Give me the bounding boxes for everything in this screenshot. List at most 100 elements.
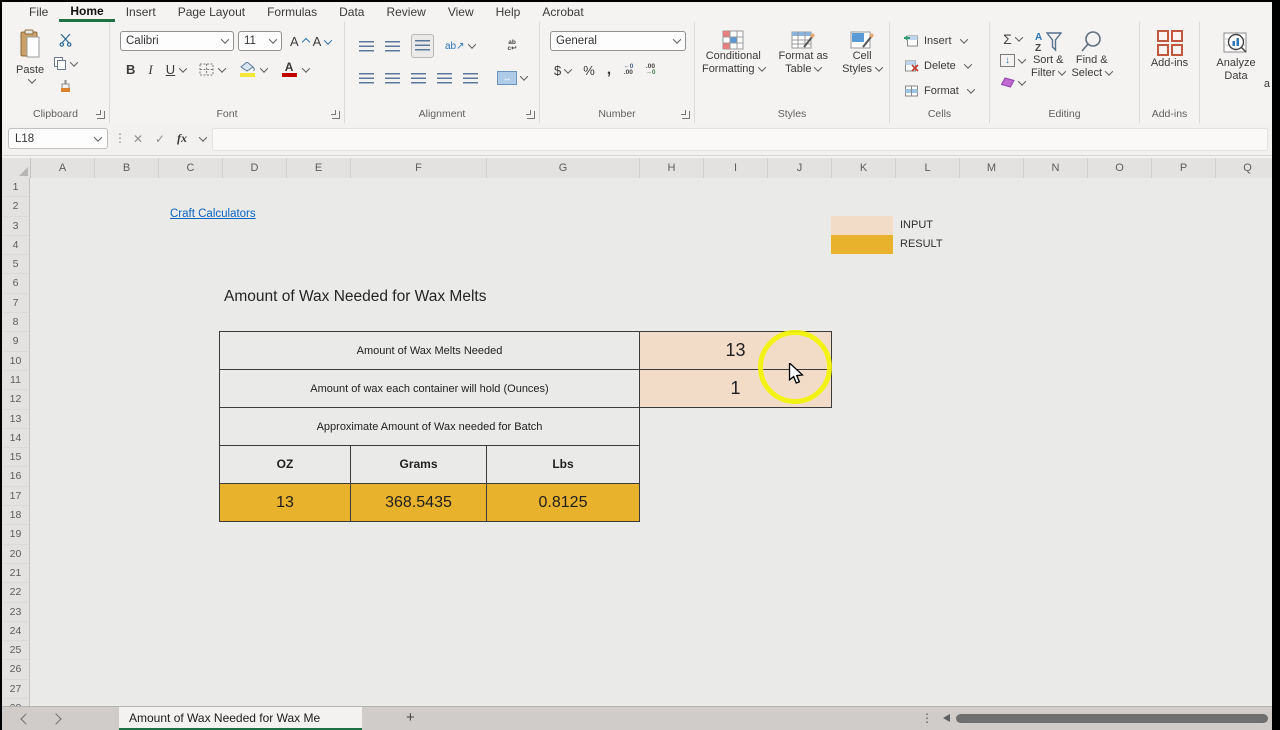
- currency-format-button[interactable]: $: [554, 63, 571, 78]
- ribbon-tab[interactable]: Page Layout: [167, 3, 256, 22]
- format-painter-button[interactable]: [54, 77, 77, 96]
- increase-decimal-button[interactable]: ←0.00: [623, 64, 633, 76]
- result-value-oz-cell[interactable]: 13: [219, 483, 351, 522]
- percent-format-button[interactable]: %: [583, 63, 595, 78]
- column-header[interactable]: Q: [1216, 158, 1272, 178]
- align-top-icon[interactable]: [359, 41, 374, 52]
- align-right-icon[interactable]: [411, 73, 426, 84]
- cancel-button[interactable]: ✕: [128, 128, 148, 149]
- select-all-corner[interactable]: [2, 158, 31, 178]
- input-row-2-label-cell[interactable]: Amount of wax each container will hold (…: [219, 369, 640, 408]
- row-header[interactable]: 12: [2, 390, 29, 409]
- row-header[interactable]: 28: [2, 699, 29, 706]
- column-header[interactable]: D: [223, 158, 287, 178]
- align-bottom-button[interactable]: [411, 34, 434, 58]
- formula-input[interactable]: [212, 128, 1268, 151]
- active-sheet-tab[interactable]: Amount of Wax Needed for Wax Me: [119, 707, 362, 730]
- row-header[interactable]: 14: [2, 429, 29, 448]
- row-header[interactable]: 15: [2, 448, 29, 467]
- next-sheet-button[interactable]: [50, 713, 61, 724]
- paste-button[interactable]: Paste: [16, 22, 44, 96]
- column-header[interactable]: P: [1152, 158, 1216, 178]
- analyze-data-button[interactable]: AnalyzeData: [1200, 22, 1272, 83]
- italic-button[interactable]: I: [148, 62, 152, 78]
- row-header[interactable]: 21: [2, 564, 29, 583]
- column-header[interactable]: N: [1024, 158, 1088, 178]
- input-row-1-label-cell[interactable]: Amount of Wax Melts Needed: [219, 331, 640, 370]
- bold-button[interactable]: B: [126, 62, 135, 77]
- sheet-options-icon[interactable]: ⋮: [921, 711, 933, 725]
- addins-button[interactable]: Add-ins: [1140, 22, 1199, 70]
- ribbon-tab[interactable]: Help: [485, 3, 532, 22]
- ribbon-tab[interactable]: Insert: [115, 3, 167, 22]
- horizontal-scrollbar-thumb[interactable]: [956, 714, 1268, 723]
- format-cells-button[interactable]: Format: [904, 78, 989, 103]
- ribbon-tab[interactable]: Data: [328, 3, 375, 22]
- merge-center-button[interactable]: ↔: [497, 71, 527, 85]
- column-header[interactable]: K: [832, 158, 896, 178]
- fill-color-button[interactable]: [238, 60, 256, 79]
- font-name-select[interactable]: Calibri: [120, 31, 234, 51]
- result-header-grams-cell[interactable]: Grams: [350, 445, 487, 484]
- row-header[interactable]: 25: [2, 641, 29, 660]
- new-sheet-button[interactable]: +: [406, 709, 415, 726]
- row-header[interactable]: 27: [2, 680, 29, 699]
- row-header[interactable]: 20: [2, 545, 29, 564]
- column-header[interactable]: G: [487, 158, 640, 178]
- result-value-grams-cell[interactable]: 368.5435: [350, 483, 487, 522]
- orientation-button[interactable]: ab↗: [445, 41, 475, 52]
- row-header[interactable]: 10: [2, 352, 29, 371]
- decrease-indent-icon[interactable]: [437, 73, 452, 84]
- column-header[interactable]: L: [896, 158, 960, 178]
- borders-button[interactable]: [199, 60, 225, 79]
- ribbon-tab[interactable]: Formulas: [256, 3, 328, 22]
- row-header[interactable]: 23: [2, 603, 29, 622]
- column-header[interactable]: M: [960, 158, 1024, 178]
- wrap-text-button[interactable]: abc↩: [508, 40, 517, 52]
- column-header[interactable]: F: [351, 158, 487, 178]
- column-header[interactable]: I: [704, 158, 768, 178]
- shrink-font-button[interactable]: A: [313, 34, 332, 49]
- ribbon-tab[interactable]: File: [18, 3, 59, 22]
- align-center-icon[interactable]: [385, 73, 400, 84]
- insert-cells-button[interactable]: Insert: [904, 28, 989, 53]
- row-header[interactable]: 26: [2, 660, 29, 679]
- scroll-left-arrow-icon[interactable]: [943, 714, 950, 722]
- row-header[interactable]: 1: [2, 178, 29, 197]
- align-middle-icon[interactable]: [385, 41, 400, 52]
- ribbon-tab[interactable]: Acrobat: [531, 3, 594, 22]
- row-header[interactable]: 24: [2, 622, 29, 641]
- chevron-down-icon[interactable]: [199, 133, 207, 141]
- align-left-icon[interactable]: [359, 73, 374, 84]
- row-header[interactable]: 22: [2, 583, 29, 602]
- row-header[interactable]: 6: [2, 274, 29, 293]
- comma-format-button[interactable]: ,: [607, 61, 611, 79]
- number-dialog-launcher-icon[interactable]: [682, 111, 690, 119]
- ribbon-tab[interactable]: Review: [375, 3, 436, 22]
- row-header[interactable]: 5: [2, 255, 29, 274]
- row-header[interactable]: 3: [2, 217, 29, 236]
- prev-sheet-button[interactable]: [20, 713, 31, 724]
- ribbon-tab[interactable]: Home: [59, 2, 114, 22]
- row-header[interactable]: 7: [2, 294, 29, 313]
- font-size-select[interactable]: 11: [238, 31, 282, 51]
- cut-button[interactable]: [54, 31, 77, 50]
- column-header[interactable]: O: [1088, 158, 1152, 178]
- result-header-lbs-cell[interactable]: Lbs: [486, 445, 640, 484]
- insert-function-button[interactable]: fx: [172, 128, 192, 149]
- underline-button[interactable]: U: [166, 62, 175, 77]
- row-header[interactable]: 8: [2, 313, 29, 332]
- row-header[interactable]: 16: [2, 467, 29, 486]
- clear-button[interactable]: [1000, 73, 1025, 92]
- font-color-button[interactable]: A: [280, 60, 298, 79]
- column-header[interactable]: B: [95, 158, 159, 178]
- number-format-select[interactable]: General: [550, 31, 686, 51]
- row-header[interactable]: 13: [2, 410, 29, 429]
- column-header[interactable]: J: [768, 158, 832, 178]
- row-header[interactable]: 9: [2, 332, 29, 351]
- row-header[interactable]: 2: [2, 197, 29, 216]
- fill-button[interactable]: ↓: [1000, 51, 1025, 70]
- decrease-decimal-button[interactable]: .00→0: [645, 64, 655, 76]
- batch-label-cell[interactable]: Approximate Amount of Wax needed for Bat…: [219, 407, 640, 446]
- enter-button[interactable]: ✓: [150, 128, 170, 149]
